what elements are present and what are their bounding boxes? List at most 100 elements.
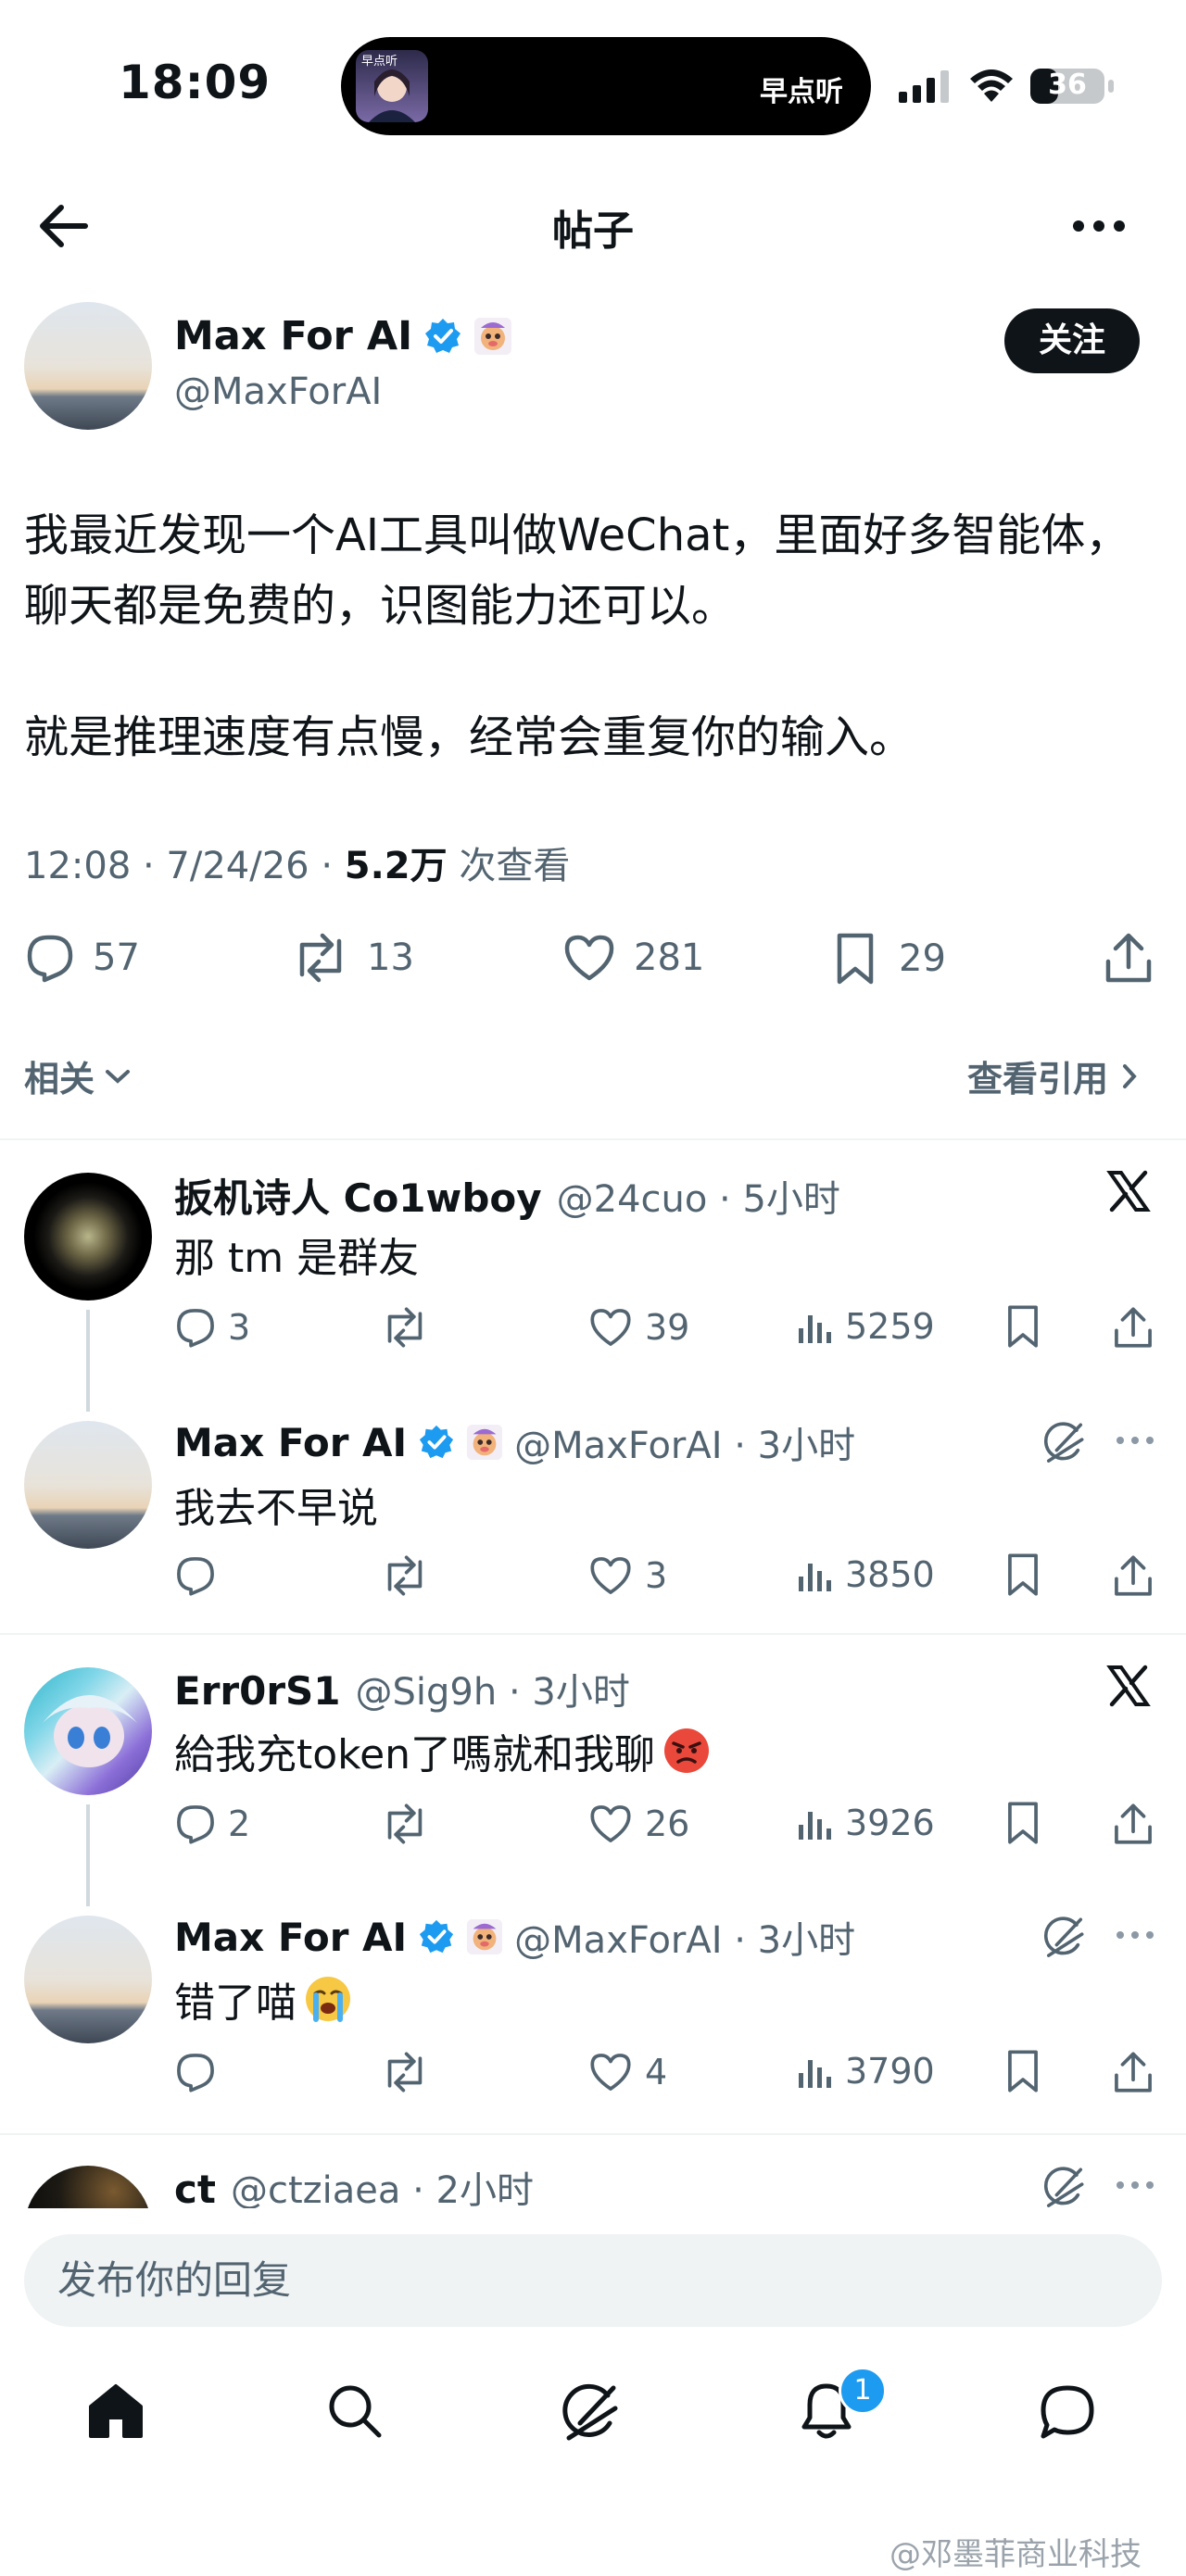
views-icon[interactable]	[797, 1804, 834, 1841]
bookmark-icon[interactable]	[1004, 1552, 1041, 1597]
reply-action[interactable]: 57	[24, 932, 140, 984]
post-views-value: 5.2万	[344, 845, 448, 887]
author-handle[interactable]: @MaxForAI	[174, 371, 382, 413]
reply-meta[interactable]: @Sig9h · 3小时	[356, 1662, 630, 1715]
reply-count: 57	[93, 936, 140, 979]
repost-icon[interactable]	[380, 2051, 430, 2093]
reply-meta[interactable]: @MaxForAI · 3小时	[514, 1415, 855, 1469]
reply-author-name[interactable]: ct	[174, 2167, 216, 2212]
more-icon[interactable]	[1116, 1930, 1154, 1940]
reply-icon[interactable]	[174, 2051, 217, 2093]
more-icon[interactable]	[1071, 219, 1127, 233]
reply-count: 3	[228, 1307, 251, 1348]
post-timestamp: 12:08 · 7/24/26 ·	[24, 845, 345, 887]
more-icon[interactable]	[1116, 1436, 1154, 1445]
views-icon[interactable]	[797, 1556, 834, 1593]
views-action[interactable]: 3790	[797, 2051, 935, 2092]
view-quotes-link[interactable]: 查看引用	[967, 1050, 1138, 1101]
like-action[interactable]: 4	[587, 2051, 667, 2093]
views-icon[interactable]	[797, 1308, 834, 1345]
grok-icon[interactable]	[561, 2382, 621, 2442]
grok-icon[interactable]	[1043, 1916, 1086, 1958]
reply-author-name[interactable]: Max For AI	[174, 1420, 407, 1465]
views-icon[interactable]	[797, 2053, 834, 2090]
views-action[interactable]: 3850	[797, 1554, 935, 1595]
author-name[interactable]: Max For AI	[174, 313, 412, 359]
repost-action[interactable]	[380, 2051, 441, 2093]
reply-text: 我去不早说	[174, 1485, 378, 1532]
repost-icon[interactable]	[380, 1554, 430, 1597]
more-icon[interactable]	[1116, 2180, 1154, 2190]
reply-icon[interactable]	[174, 1306, 217, 1349]
reply-header[interactable]: 扳机诗人 Co1wboy @24cuo · 5小时	[174, 1167, 840, 1224]
reply-action[interactable]	[174, 1554, 228, 1597]
author-name-row[interactable]: Max For AI	[174, 313, 512, 359]
reply-meta[interactable]: @MaxForAI · 3小时	[514, 1910, 855, 1964]
reply-header[interactable]: Max For AI @MaxForAI · 3小时	[174, 1910, 855, 1964]
reply-text: 那 tm 是群友	[174, 1235, 420, 1282]
like-action[interactable]: 26	[587, 1803, 689, 1845]
share-icon[interactable]	[1112, 1801, 1154, 1847]
bookmark-icon[interactable]	[834, 932, 877, 986]
follow-button[interactable]: 关注	[1004, 308, 1140, 373]
reply-header[interactable]: Max For AI @MaxForAI · 3小时	[174, 1415, 855, 1469]
reply-count: 2	[228, 1803, 251, 1844]
reply-header[interactable]: Err0rS1 @Sig9h · 3小时	[174, 1662, 630, 1715]
share-icon[interactable]	[1103, 930, 1154, 986]
post-body: 我最近发现一个AI工具叫做WeChat，里面好多智能体，聊天都是免费的，识图能力…	[24, 500, 1164, 773]
reply-meta[interactable]: @24cuo · 5小时	[557, 1169, 840, 1223]
bookmark-icon[interactable]	[1004, 1801, 1041, 1845]
like-icon[interactable]	[561, 932, 617, 984]
reply-author-name[interactable]: Err0rS1	[174, 1668, 341, 1714]
like-action[interactable]: 281	[561, 932, 704, 984]
thread-line	[86, 1804, 90, 1906]
reply-action[interactable]: 2	[174, 1803, 250, 1845]
messages-icon[interactable]	[1038, 2382, 1097, 2442]
like-icon[interactable]	[587, 1554, 634, 1597]
author-avatar[interactable]	[24, 302, 152, 430]
views-action[interactable]: 5259	[797, 1306, 935, 1347]
reply-meta[interactable]: @ctziaea · 2小时	[231, 2160, 534, 2214]
related-dropdown[interactable]: 相关	[24, 1050, 132, 1101]
like-icon[interactable]	[587, 1306, 634, 1349]
reply-header[interactable]: ct @ctziaea · 2小时	[174, 2160, 534, 2214]
cellular-signal-icon	[899, 69, 951, 103]
repost-action[interactable]	[380, 1803, 441, 1845]
bookmark-icon[interactable]	[1004, 2049, 1041, 2093]
repost-icon[interactable]	[380, 1306, 430, 1349]
repost-action[interactable]	[380, 1306, 441, 1349]
repost-action[interactable]	[380, 1554, 441, 1597]
reply-text-row: 給我充token了嗎就和我聊	[174, 1721, 711, 1780]
share-icon[interactable]	[1112, 2049, 1154, 2095]
reply-avatar[interactable]	[24, 1421, 152, 1549]
repost-icon[interactable]	[291, 932, 350, 984]
grok-icon[interactable]	[1043, 1421, 1086, 1464]
reply-text-row: 错了喵	[174, 1969, 352, 2029]
home-icon[interactable]	[85, 2381, 146, 2440]
share-icon[interactable]	[1112, 1304, 1154, 1351]
reply-icon[interactable]	[174, 1803, 217, 1845]
repost-icon[interactable]	[380, 1803, 430, 1845]
repost-action[interactable]: 13	[291, 932, 414, 984]
like-icon[interactable]	[587, 2051, 634, 2093]
reply-composer-input[interactable]: 发布你的回复	[24, 2234, 1162, 2327]
reply-avatar[interactable]	[24, 1667, 152, 1795]
reply-author-name[interactable]: Max For AI	[174, 1915, 407, 1960]
reply-icon[interactable]	[174, 1554, 217, 1597]
bookmark-action[interactable]: 29	[834, 932, 946, 986]
reply-action[interactable]: 3	[174, 1306, 250, 1349]
like-action[interactable]: 3	[587, 1554, 667, 1597]
reply-author-name[interactable]: 扳机诗人 Co1wboy	[174, 1167, 542, 1224]
views-action[interactable]: 3926	[797, 1803, 935, 1843]
reply-icon[interactable]	[24, 932, 76, 984]
search-icon[interactable]	[326, 2382, 384, 2440]
reply-avatar[interactable]	[24, 1173, 152, 1301]
reply-action[interactable]	[174, 2051, 228, 2093]
grok-icon[interactable]	[1043, 2166, 1086, 2208]
divider	[0, 1138, 1186, 1140]
share-icon[interactable]	[1112, 1552, 1154, 1599]
like-action[interactable]: 39	[587, 1306, 689, 1349]
reply-avatar[interactable]	[24, 1916, 152, 2043]
bookmark-icon[interactable]	[1004, 1304, 1041, 1349]
like-icon[interactable]	[587, 1803, 634, 1845]
